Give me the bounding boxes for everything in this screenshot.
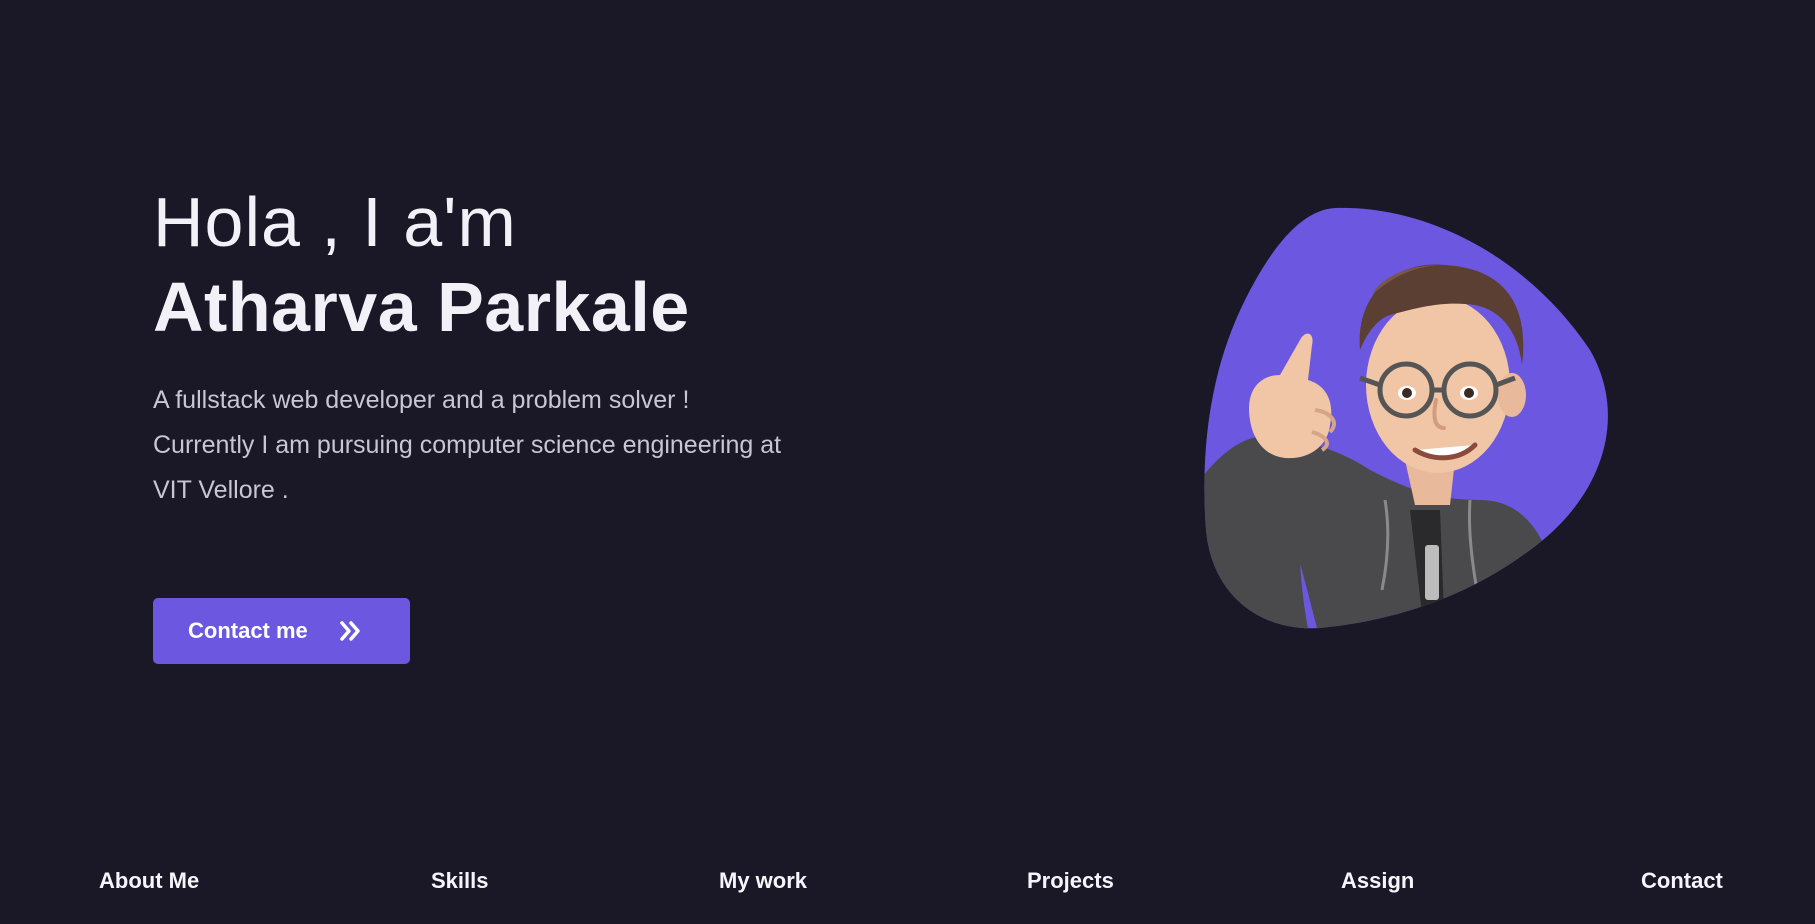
bottom-navigation: About Me Skills My work Projects Assign … (0, 868, 1815, 908)
nav-item-about-me[interactable]: About Me (99, 868, 199, 894)
hero-greeting: Hola , I a'm (153, 183, 517, 261)
nav-item-my-work[interactable]: My work (719, 868, 807, 894)
nav-item-contact[interactable]: Contact (1641, 868, 1723, 894)
hero-name: Atharva Parkale (153, 268, 690, 346)
hero-description: A fullstack web developer and a problem … (153, 378, 933, 513)
hero-section: Hola , I a'm Atharva Parkale A fullstack… (153, 180, 933, 513)
page: Hola , I a'm Atharva Parkale A fullstack… (0, 0, 1815, 924)
description-line: A fullstack web developer and a problem … (153, 386, 690, 414)
description-line: VIT Vellore . (153, 476, 289, 504)
nav-item-skills[interactable]: Skills (431, 868, 488, 894)
memoji-avatar-icon (1204, 207, 1608, 629)
nav-item-projects[interactable]: Projects (1027, 868, 1114, 894)
double-chevron-right-icon (340, 621, 362, 641)
avatar (1200, 200, 1620, 640)
nav-item-assign[interactable]: Assign (1341, 868, 1414, 894)
contact-me-button[interactable]: Contact me (153, 598, 410, 664)
contact-me-label: Contact me (188, 618, 308, 643)
description-line: Currently I am pursuing computer science… (153, 431, 782, 459)
